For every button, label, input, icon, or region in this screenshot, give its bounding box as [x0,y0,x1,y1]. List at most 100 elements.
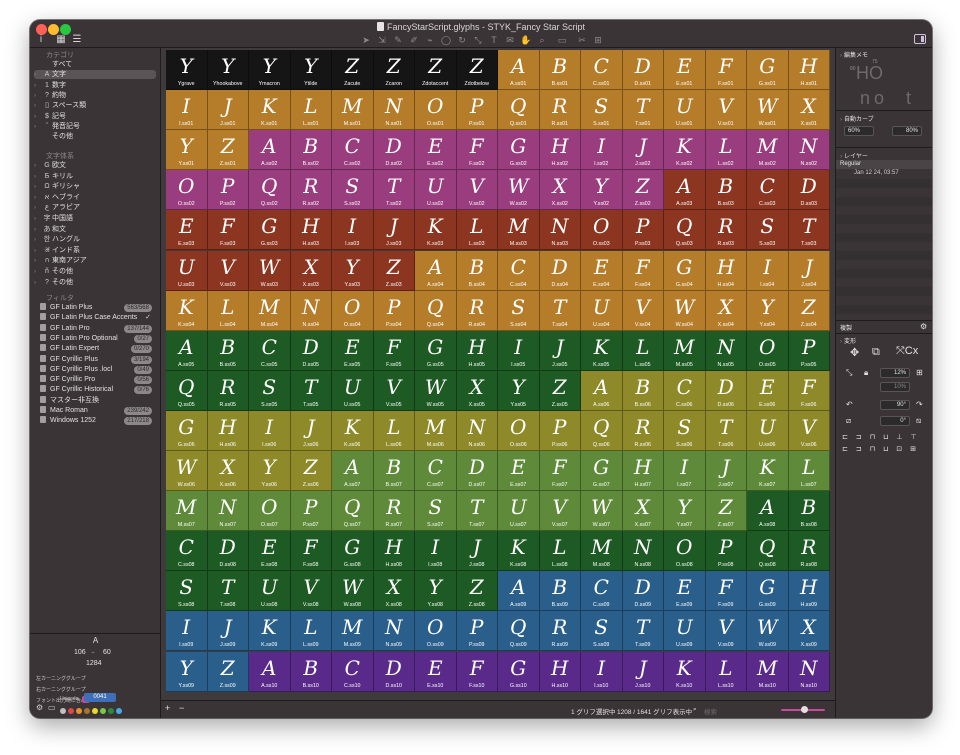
align-buttons-row1[interactable]: ⊏ ⊐ ⊓ ⊔ ⊥ ⊤ [842,433,920,441]
glyph-cell[interactable]: U U.ss04 [581,290,623,331]
glyph-cell[interactable]: U U.ss08 [249,571,291,612]
glyph-cell[interactable]: C C.ss09 [581,571,623,612]
glyph-cell[interactable]: X X.ss02 [539,170,581,211]
glyph-cell[interactable]: Y Ymacron [249,50,291,90]
glyph-cell[interactable]: B B.ss08 [788,491,830,532]
glyph-cell[interactable]: C C.ss07 [415,451,457,491]
glyph-cell[interactable]: N N.ss10 [788,651,830,692]
category-item[interactable]: › A 文字 [34,70,156,80]
glyph-cell[interactable]: A A.ss03 [664,170,706,211]
script-item[interactable]: › あ和文 [34,225,156,234]
glyph-cell[interactable]: W W.ss05 [415,370,457,411]
glyph-cell[interactable]: Z Z.ss02 [622,170,664,211]
swatch-lightgreen[interactable] [100,708,106,714]
glyph-cell[interactable]: B B.ss01 [539,50,581,90]
glyph-cell[interactable]: A A.ss01 [498,50,540,90]
glyph-cell[interactable]: M M.ss07 [166,491,208,532]
draw-tool-icon[interactable]: ✎ [392,34,404,46]
glyph-cell[interactable]: F F.ss10 [456,651,498,692]
glyph-cell[interactable]: S S.ss03 [747,210,789,251]
filter-item[interactable]: GF Latin Plus 563/568 [40,303,154,313]
glyph-cell[interactable]: T T.ss06 [705,410,747,451]
glyph-cell[interactable]: C C.ss06 [664,370,706,411]
glyph-cell[interactable]: U U.ss03 [166,250,208,291]
zoom-slider-knob[interactable] [801,706,808,713]
glyph-cell[interactable]: M M.ss04 [249,290,291,331]
swatch-brown[interactable] [84,708,90,714]
glyph-cell[interactable]: D D.ss02 [373,130,415,171]
glyph-cell[interactable]: Y Y.ss08 [415,571,457,612]
sidebar-toggle-icon[interactable] [914,34,926,44]
glyph-cell[interactable]: E E.ss03 [166,210,208,251]
glyph-cell[interactable]: P P.ss09 [456,611,498,652]
shape-tool-icon[interactable]: ◯ [440,34,452,46]
gear-icon[interactable]: ⚙ [920,322,927,331]
glyph-cell[interactable]: J J.ss08 [456,531,498,572]
glyph-cell[interactable]: N N.ss03 [539,210,581,251]
glyph-cell[interactable]: T T.ss07 [456,491,498,532]
glyph-cell[interactable]: E E.ss08 [249,531,291,572]
filter-item[interactable]: Mac Roman 239/242 [40,406,154,416]
glyph-cell[interactable]: M M.ss01 [332,90,374,131]
script-item[interactable]: › G 欧文 [34,161,156,170]
glyph-cell[interactable]: W W.ss08 [332,571,374,612]
glyph-cell[interactable]: A A.ss02 [249,130,291,171]
glyph-cell[interactable]: I I.ss07 [664,451,706,491]
glyph-cell[interactable]: G G.ss01 [747,50,789,90]
glyph-cell[interactable]: A A.ss04 [415,250,457,291]
lock-icon[interactable]: 🔒︎ [864,368,868,378]
glyph-cell[interactable]: G G.ss02 [498,130,540,171]
grid-view-icon[interactable]: ▦ [54,34,68,46]
glyph-cell[interactable]: I I.ss06 [249,410,291,451]
glyph-cell[interactable]: M M.ss02 [747,130,789,171]
glyph-cell[interactable]: S S.ss08 [166,571,208,612]
glyph-cell[interactable]: Z Z.ss07 [705,491,747,532]
glyph-cell[interactable]: F F.ss06 [788,370,830,411]
remove-glyph-button[interactable]: − [179,703,184,713]
glyph-cell[interactable]: G G.ss06 [166,410,208,451]
glyph-cell[interactable]: I I.ss03 [332,210,374,251]
glyph-cell[interactable]: L L.ss02 [705,130,747,171]
glyph-cell[interactable]: Q Q.ss03 [664,210,706,251]
scale-x-icon[interactable]: ⤧Cx [896,345,918,358]
glyph-cell[interactable]: T T.ss04 [539,290,581,331]
panel-icon[interactable]: ▭ [48,703,56,712]
glyph-cell[interactable]: Y Y.ss05 [498,370,540,411]
add-glyph-button[interactable]: + [165,703,170,713]
glyph-cell[interactable]: T T.ss02 [373,170,415,211]
autocurve-section-header[interactable]: › 自動カーブ [840,114,874,123]
rotate-left-icon[interactable]: ↶ [846,400,853,409]
glyph-cell[interactable]: V V.ss02 [456,170,498,211]
align-buttons-row2[interactable]: ⊏ ⊐ ⊓ ⊔ ⊡ ⊞ [842,445,919,453]
glyph-cell[interactable]: D D.ss04 [539,250,581,291]
glyph-cell[interactable]: W W.ss09 [747,611,789,652]
glyph-cell[interactable]: J J.ss03 [373,210,415,251]
glyph-cell[interactable]: M M.ss10 [747,651,789,692]
search-input[interactable]: 検索 [704,706,780,716]
glyph-cell[interactable]: N N.ss06 [456,410,498,451]
knife-tool-icon[interactable]: ✂ [576,34,588,46]
glyph-cell[interactable]: D D.ss03 [788,170,830,211]
glyph-cell[interactable]: T T.ss08 [207,571,249,612]
glyph-cell[interactable]: G G.ss10 [498,651,540,692]
glyph-cell[interactable]: J J.ss06 [290,410,332,451]
glyph-cell[interactable]: V V.ss09 [705,611,747,652]
glyph-cell[interactable]: J J.ss09 [207,611,249,652]
script-item[interactable]: › ก東南アジア [34,256,156,265]
glyph-cell[interactable]: Y Y.ss01 [166,130,208,171]
glyph-cell[interactable]: A A.ss08 [747,491,789,532]
glyph-cell[interactable]: T T.ss05 [290,370,332,411]
glyph-cell[interactable]: H H.ss08 [373,531,415,572]
glyph-cell[interactable]: A A.ss09 [498,571,540,612]
glyph-cell[interactable]: Z Zcaron [373,50,415,90]
annotation-tool-icon[interactable]: ✉ [504,34,516,46]
glyph-cell[interactable]: H H.ss10 [539,651,581,692]
glyph-cell[interactable]: E E.ss07 [498,451,540,491]
glyph-cell[interactable]: M M.ss08 [581,531,623,572]
rotate-input[interactable]: 90° [880,400,910,410]
glyph-cell[interactable]: F F.ss09 [705,571,747,612]
category-item[interactable]: › $ 記号 [34,112,156,121]
swatch-yellow[interactable] [92,708,98,714]
glyph-cell[interactable]: Y Y.ss03 [332,250,374,291]
glyph-cell[interactable]: O O.ss01 [415,90,457,131]
